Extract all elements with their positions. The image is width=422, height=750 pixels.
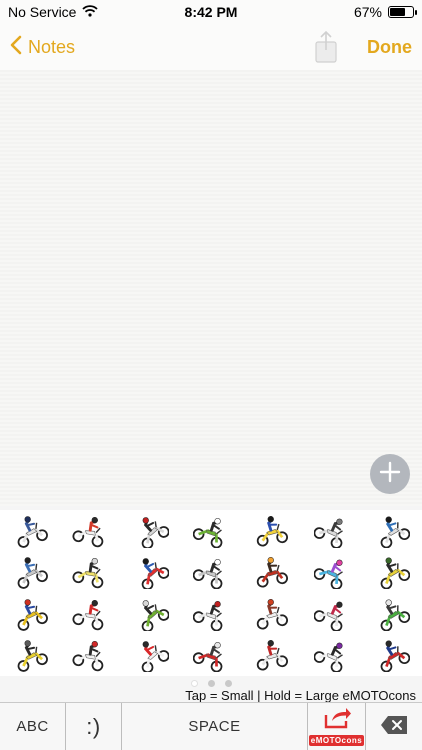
delete-key[interactable] [366, 703, 422, 750]
backspace-icon [380, 715, 408, 739]
motocross-rider-icon [141, 516, 169, 548]
back-label: Notes [28, 36, 76, 57]
motocross-sticker[interactable] [362, 552, 422, 594]
motocross-sticker[interactable] [121, 593, 181, 635]
sticker-grid [0, 510, 422, 676]
motocross-rider-icon [192, 559, 223, 590]
motocross-sticker[interactable] [301, 510, 361, 552]
usage-hint: Tap = Small | Hold = Large eMOTOcons [185, 688, 416, 703]
motocross-sticker[interactable] [121, 510, 181, 552]
battery-fill [390, 8, 405, 16]
motocross-rider-icon [141, 599, 169, 631]
wifi-icon [82, 4, 99, 20]
motocross-sticker[interactable] [0, 510, 60, 552]
motocross-sticker[interactable] [241, 552, 301, 594]
motocross-sticker[interactable] [60, 552, 120, 594]
motocross-sticker[interactable] [362, 510, 422, 552]
motocross-sticker[interactable] [0, 635, 60, 677]
motocross-sticker[interactable] [181, 552, 241, 594]
space-key[interactable]: SPACE [122, 703, 308, 750]
motocross-rider-icon [313, 642, 343, 673]
motocross-rider-icon [72, 599, 104, 630]
motocross-sticker[interactable] [0, 593, 60, 635]
motocross-sticker[interactable] [362, 635, 422, 677]
motocross-sticker[interactable] [181, 593, 241, 635]
motocross-rider-icon [17, 598, 49, 631]
status-right: 67% [353, 4, 417, 20]
motocross-rider-icon [17, 557, 49, 590]
add-button[interactable] [370, 454, 410, 494]
chevron-left-icon [10, 35, 22, 60]
motocross-rider-icon [257, 557, 289, 588]
motocross-sticker[interactable] [362, 593, 422, 635]
abc-key[interactable]: ABC [0, 703, 66, 750]
nav-bar: Notes Done [0, 24, 422, 70]
motocross-sticker[interactable] [241, 593, 301, 635]
motocross-rider-icon [257, 640, 289, 671]
motocross-sticker[interactable] [121, 635, 181, 677]
motocross-rider-icon [313, 559, 343, 590]
motocross-rider-icon [380, 516, 410, 548]
motocross-rider-icon [17, 640, 49, 673]
keyboard-bottom-row: ABC :) SPACE eMOTOcons [0, 702, 422, 750]
page-dot[interactable] [190, 680, 198, 687]
plus-icon [379, 461, 401, 488]
motocross-rider-icon [72, 558, 104, 589]
share-icon[interactable] [313, 30, 339, 64]
motocross-rider-icon [313, 518, 343, 548]
motocross-rider-icon [192, 600, 223, 631]
status-left: No Service [8, 4, 99, 20]
nav-right: Done [313, 30, 412, 64]
motocross-rider-icon [141, 641, 169, 673]
motocross-sticker[interactable] [241, 635, 301, 677]
motocross-rider-icon [257, 598, 289, 630]
motocross-sticker[interactable] [60, 510, 120, 552]
battery-icon [388, 6, 417, 18]
motocross-rider-icon [313, 601, 343, 631]
motocross-sticker[interactable] [301, 552, 361, 594]
motocross-rider-icon [380, 640, 410, 673]
motocross-rider-icon [257, 515, 289, 547]
motocross-sticker[interactable] [60, 635, 120, 677]
motocross-rider-icon [141, 558, 169, 590]
motocross-rider-icon [380, 599, 410, 631]
carrier-label: No Service [8, 4, 77, 20]
back-button[interactable]: Notes [10, 35, 75, 60]
motocross-rider-icon [380, 557, 410, 590]
motocross-rider-icon [72, 516, 104, 547]
emoticon-key[interactable]: :) [66, 703, 122, 750]
done-button[interactable]: Done [367, 37, 412, 58]
motocross-sticker[interactable] [181, 635, 241, 677]
motocross-sticker[interactable] [60, 593, 120, 635]
note-body[interactable] [0, 70, 422, 506]
motocross-sticker[interactable] [0, 552, 60, 594]
brand-label: eMOTOcons [308, 735, 365, 746]
motocross-rider-icon [192, 517, 223, 548]
page-dot[interactable] [207, 680, 215, 687]
emotocons-share-icon [322, 707, 352, 733]
status-bar: No Service 8:42 PM 67% [0, 0, 422, 24]
battery-percent: 67% [353, 4, 382, 20]
emotocons-keyboard: Tap = Small | Hold = Large eMOTOcons ABC… [0, 506, 422, 750]
motocross-rider-icon [17, 515, 49, 548]
motocross-rider-icon [192, 642, 223, 673]
motocross-rider-icon [72, 641, 104, 672]
motocross-sticker[interactable] [181, 510, 241, 552]
motocross-sticker[interactable] [301, 635, 361, 677]
page-indicator [0, 680, 422, 687]
page-dot[interactable] [224, 680, 232, 687]
motocross-sticker[interactable] [121, 552, 181, 594]
motocross-sticker[interactable] [301, 593, 361, 635]
emotocons-share-key[interactable]: eMOTOcons [308, 703, 366, 750]
motocross-sticker[interactable] [241, 510, 301, 552]
